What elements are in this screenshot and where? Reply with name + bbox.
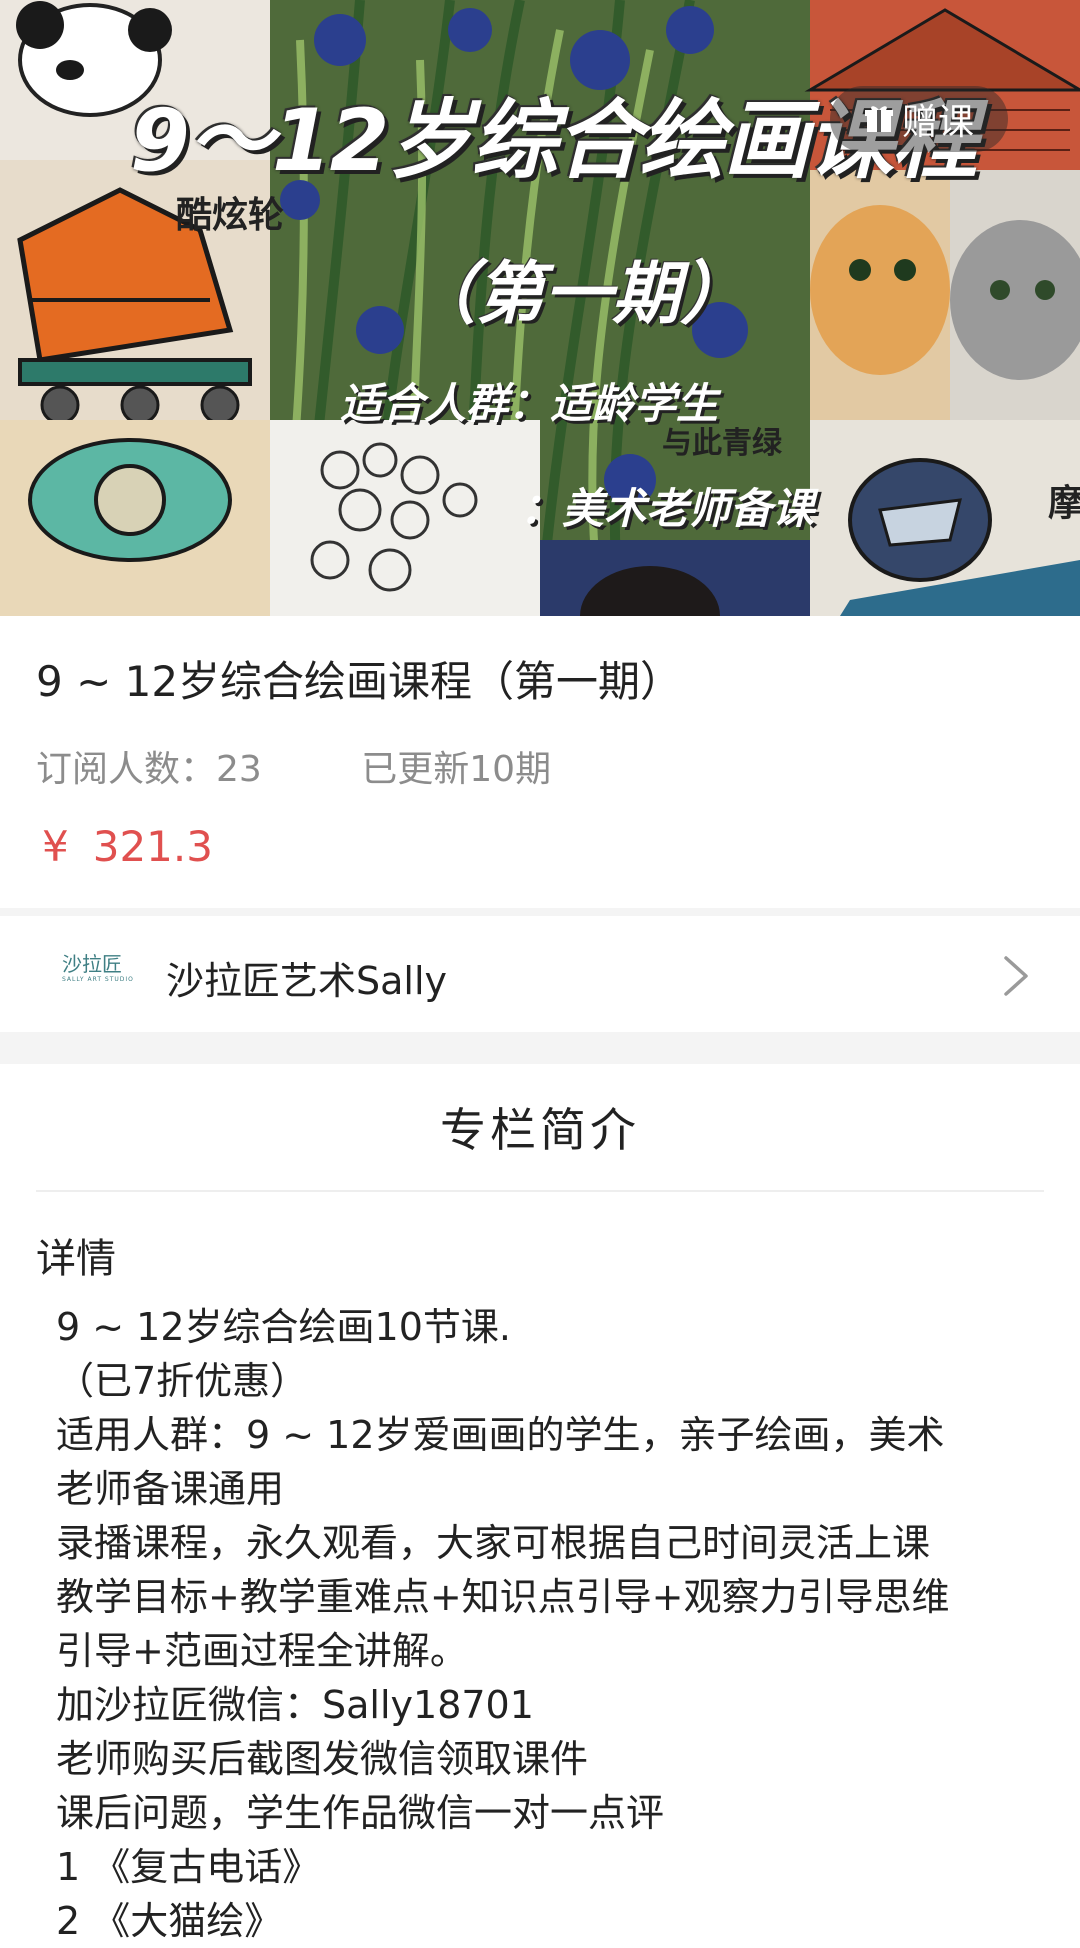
course-price: ¥321.3 [42, 822, 213, 871]
description-line: 课后问题，学生作品微信一对一点评 [56, 1791, 665, 1835]
description-line: 9 ~ 12岁综合绘画10节课. [56, 1305, 511, 1349]
chevron-right-icon [1004, 956, 1028, 996]
gift-icon [864, 104, 894, 134]
description-line: 教学目标+教学重难点+知识点引导+观察力引导思维 [56, 1575, 950, 1619]
description-line: 录播课程，永久观看，大家可根据自己时间灵活上课 [56, 1521, 931, 1565]
description-line: 1 《复古电话》 [56, 1845, 321, 1889]
title-underline [36, 1190, 1044, 1192]
banner-caption-cat: 与此青绿 [662, 426, 782, 461]
section-gap [0, 1032, 1080, 1064]
banner-teachers: ：美术老师备课 [520, 484, 815, 533]
author-logo: 沙拉匠 SALLY ART STUDIO [62, 952, 134, 983]
update-count: 已更新10期 [361, 749, 552, 790]
description-line: 老师备课通用 [56, 1467, 285, 1511]
banner-caption-skate: 酷炫轮 [176, 194, 285, 236]
course-meta: 订阅人数：23 已更新10期 [36, 740, 551, 792]
gift-label: 赠课 [901, 102, 974, 143]
course-title: 9 ~ 12岁综合绘画课程（第一期） [36, 657, 683, 706]
details-label: 详情 [36, 1236, 116, 1282]
author-name: 沙拉匠艺术Sally [166, 959, 448, 1003]
author-row[interactable]: 沙拉匠 SALLY ART STUDIO 沙拉匠艺术Sally [0, 916, 1080, 1032]
course-cover-banner: 9～12岁综合绘画课程 （第一期） 适合人群：适龄学生 ：美术老师备课 酷炫轮 … [0, 0, 1080, 616]
section-title-intro: 专栏简介 [440, 1103, 640, 1157]
gift-course-button[interactable]: 赠课 [830, 86, 1008, 152]
description-line: 适用人群：9 ~ 12岁爱画画的学生，亲子绘画，美术 [56, 1413, 945, 1457]
subscriber-count: 订阅人数：23 [36, 749, 262, 790]
price-value: 321.3 [92, 822, 213, 871]
description-line: 老师购买后截图发微信领取课件 [56, 1737, 589, 1781]
description-line: 2 《大猫绘》 [56, 1899, 283, 1943]
banner-subtitle: （第一期） [408, 255, 749, 334]
course-description: 9 ~ 12岁综合绘画10节课. （已7折优惠） 适用人群：9 ~ 12岁爱画画… [56, 1300, 1016, 1948]
description-line: （已7折优惠） [56, 1359, 309, 1403]
banner-caption-moto: 摩 [1048, 482, 1080, 524]
section-divider [0, 908, 1080, 916]
currency-symbol: ¥ [42, 822, 69, 871]
description-line: 引导+范画过程全讲解。 [56, 1629, 468, 1673]
description-line: 加沙拉匠微信：Sally18701 [56, 1683, 534, 1727]
